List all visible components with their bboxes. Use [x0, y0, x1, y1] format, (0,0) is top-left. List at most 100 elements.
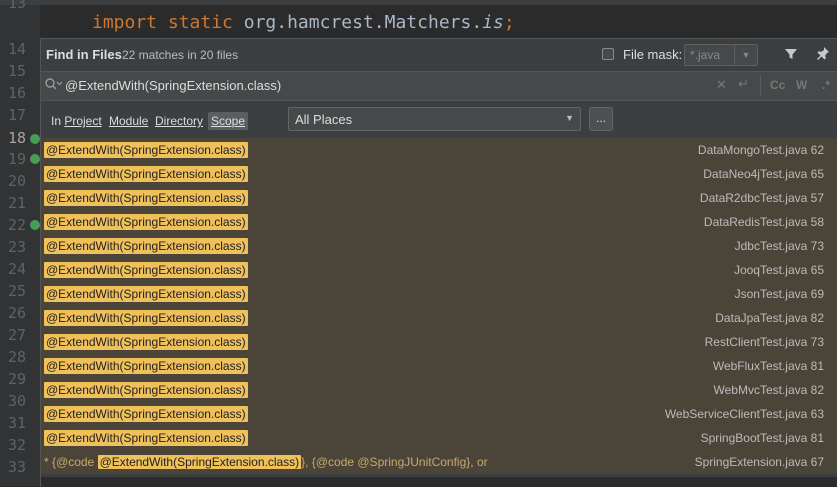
match-highlight: @ExtendWith(SpringExtension.class) — [44, 430, 248, 446]
match-highlight: @ExtendWith(SpringExtension.class) — [44, 262, 248, 278]
tab-module[interactable]: Module — [109, 112, 148, 130]
line-number: 24 — [7, 260, 26, 278]
context-prefix: * {@code — [44, 455, 98, 469]
result-row[interactable]: @ExtendWith(SpringExtension.class) JsonTe… — [41, 282, 837, 306]
result-file: DataJpaTest.java 82 — [715, 311, 824, 325]
match-highlight: @ExtendWith(SpringExtension.class) — [44, 382, 248, 398]
line-number: 13 — [7, 0, 26, 12]
line-number: 32 — [7, 436, 26, 454]
line-number: 27 — [7, 326, 26, 344]
line-number: 19 — [7, 150, 26, 168]
popup-title: Find in Files — [46, 47, 122, 62]
find-in-files-popup: Find in Files 22 matches in 20 files Fil… — [40, 38, 837, 487]
scope-dropdown[interactable]: All Places ▼ — [288, 107, 581, 131]
tab-label: Project — [64, 114, 102, 128]
result-context: * {@code @ExtendWith(SpringExtension.cla… — [44, 455, 488, 469]
result-row[interactable]: @ExtendWith(SpringExtension.class) WebSer… — [41, 402, 837, 426]
file-mask-combo[interactable]: *.java ▼ — [684, 44, 758, 66]
result-file: JsonTest.java 69 — [734, 287, 824, 301]
search-field[interactable]: @ExtendWith(SpringExtension.class) ✕ ↵ C… — [41, 71, 837, 101]
line-number: 31 — [7, 414, 26, 432]
regex-toggle[interactable]: .* — [822, 78, 830, 92]
match-case-toggle[interactable]: Cc — [770, 78, 785, 92]
result-file: WebFluxTest.java 81 — [712, 359, 824, 373]
result-row[interactable]: @ExtendWith(SpringExtension.class) WebFlu… — [41, 354, 837, 378]
match-count: 22 matches in 20 files — [122, 48, 239, 62]
search-query[interactable]: @ExtendWith(SpringExtension.class) — [65, 78, 281, 93]
import-statement: import static org.hamcrest.Matchers.is; — [92, 12, 515, 33]
keyword: static — [167, 12, 233, 33]
match-highlight: @ExtendWith(SpringExtension.class) — [44, 286, 248, 302]
result-row[interactable]: @ExtendWith(SpringExtension.class) DataMo… — [41, 138, 837, 162]
tab-scope[interactable]: Scope — [208, 112, 249, 130]
match-highlight: @ExtendWith(SpringExtension.class) — [44, 142, 248, 158]
result-row[interactable]: @ExtendWith(SpringExtension.class) DataR2… — [41, 186, 837, 210]
line-number: 29 — [7, 370, 26, 388]
run-test-gutter-icon[interactable] — [30, 220, 40, 230]
search-history-icon[interactable] — [44, 77, 63, 94]
file-mask-checkbox[interactable] — [602, 48, 614, 60]
line-number: 22 — [7, 216, 26, 234]
file-mask-label[interactable]: File mask: — [623, 47, 682, 62]
result-file: DataMongoTest.java 62 — [697, 143, 824, 157]
tab-prefix: In — [51, 114, 65, 128]
line-number: 14 — [7, 40, 26, 58]
result-file: DataRedisTest.java 58 — [703, 215, 824, 229]
result-row[interactable]: @ExtendWith(SpringExtension.class) WebMvc… — [41, 378, 837, 402]
whole-words-toggle[interactable]: W — [796, 78, 807, 92]
result-row[interactable]: * {@code @ExtendWith(SpringExtension.cla… — [41, 450, 837, 474]
match-highlight: @ExtendWith(SpringExtension.class) — [44, 214, 248, 230]
result-file: RestClientTest.java 73 — [704, 335, 824, 349]
match-highlight: @ExtendWith(SpringExtension.class) — [44, 310, 248, 326]
match-highlight: @ExtendWith(SpringExtension.class) — [44, 358, 248, 374]
tab-directory[interactable]: Directory — [155, 112, 203, 130]
result-row[interactable]: @ExtendWith(SpringExtension.class) DataRe… — [41, 210, 837, 234]
results-list[interactable]: @ExtendWith(SpringExtension.class) DataMo… — [41, 138, 837, 474]
line-number: 25 — [7, 282, 26, 300]
result-file: JooqTest.java 65 — [733, 263, 824, 277]
keyword: import — [92, 12, 158, 33]
line-number: 33 — [7, 458, 26, 476]
result-file: SpringExtension.java 67 — [694, 455, 824, 469]
result-file: DataNeo4jTest.java 65 — [703, 167, 824, 181]
match-highlight: @ExtendWith(SpringExtension.class) — [44, 190, 248, 206]
result-row[interactable]: @ExtendWith(SpringExtension.class) DataJp… — [41, 306, 837, 330]
result-row[interactable]: @ExtendWith(SpringExtension.class) Spring… — [41, 426, 837, 450]
result-file: SpringBootTest.java 81 — [700, 431, 824, 445]
match-highlight: @ExtendWith(SpringExtension.class) — [44, 238, 248, 254]
match-highlight: @ExtendWith(SpringExtension.class) — [44, 406, 248, 422]
funnel-icon[interactable] — [783, 46, 799, 62]
import-path: org.hamcrest.Matchers. — [243, 12, 483, 33]
new-line-icon[interactable]: ↵ — [738, 76, 749, 92]
result-file: WebServiceClientTest.java 63 — [664, 407, 824, 421]
result-row[interactable]: @ExtendWith(SpringExtension.class) DataNe… — [41, 162, 837, 186]
result-file: WebMvcTest.java 82 — [713, 383, 825, 397]
tab-in-project[interactable]: In Project — [51, 112, 102, 130]
line-number: 15 — [7, 62, 26, 80]
match-highlight: @ExtendWith(SpringExtension.class) — [44, 166, 248, 182]
line-number: 30 — [7, 392, 26, 410]
result-row[interactable]: @ExtendWith(SpringExtension.class) JdbcTe… — [41, 234, 837, 258]
line-number: 17 — [7, 106, 26, 124]
toolbar-divider — [760, 76, 761, 95]
result-row[interactable]: @ExtendWith(SpringExtension.class) JooqTe… — [41, 258, 837, 282]
chevron-down-icon[interactable]: ▼ — [734, 45, 757, 65]
run-test-gutter-icon[interactable] — [30, 134, 40, 144]
pin-icon-shape — [817, 47, 829, 60]
pin-icon[interactable] — [815, 45, 831, 63]
run-test-gutter-icon[interactable] — [30, 154, 40, 164]
close-icon[interactable]: ✕ — [716, 77, 727, 93]
browse-scope-button[interactable]: ... — [589, 107, 613, 131]
line-number: 21 — [7, 194, 26, 212]
semicolon: ; — [503, 12, 515, 33]
file-mask-value: *.java — [690, 48, 721, 62]
search-icon-shape — [45, 78, 63, 90]
line-number: 18 — [7, 129, 26, 147]
line-number: 20 — [7, 172, 26, 190]
result-file: DataR2dbcTest.java 57 — [699, 191, 824, 205]
result-row[interactable]: @ExtendWith(SpringExtension.class) RestCl… — [41, 330, 837, 354]
funnel-icon-shape — [785, 49, 797, 59]
context-suffix: }, {@code @SpringJUnitConfig}, or — [301, 455, 488, 469]
line-number: 16 — [7, 84, 26, 102]
popup-header[interactable]: Find in Files 22 matches in 20 files Fil… — [41, 39, 837, 71]
